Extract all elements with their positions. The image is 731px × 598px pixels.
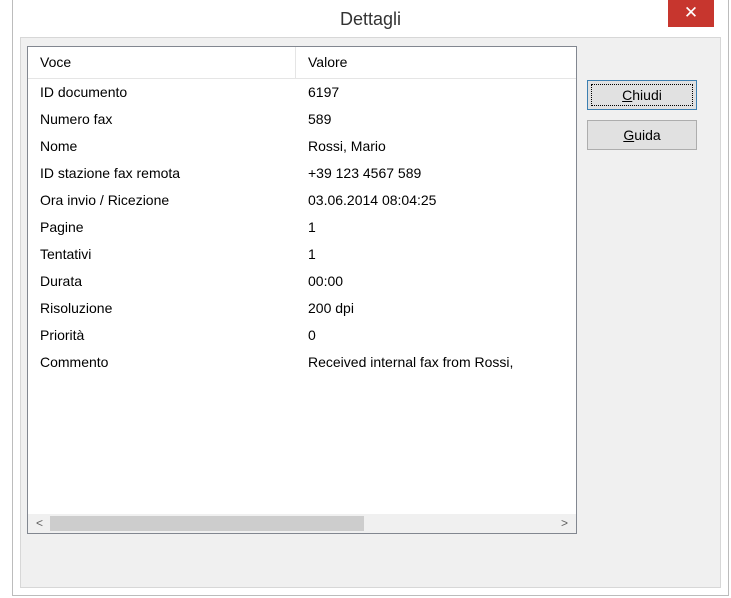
cell-valore: 0: [308, 327, 316, 343]
list-row[interactable]: Tentativi 1: [28, 241, 576, 268]
guida-mnemonic: G: [623, 127, 635, 143]
guida-button[interactable]: Guida: [587, 120, 697, 150]
details-listview[interactable]: Voce Valore ID documento 6197 Numero fax 5…: [27, 46, 577, 534]
list-row[interactable]: Priorità 0: [28, 322, 576, 349]
cell-voce: Ora invio / Ricezione: [40, 192, 170, 208]
cell-valore: 589: [308, 111, 332, 127]
column-header-valore[interactable]: Valore: [296, 47, 576, 78]
cell-valore: 1: [308, 246, 316, 262]
cell-valore: Received internal fax from Rossi,: [308, 354, 514, 370]
cell-valore: 1: [308, 219, 316, 235]
list-row[interactable]: Durata 00:00: [28, 268, 576, 295]
scroll-left-icon[interactable]: <: [30, 514, 49, 533]
cell-voce: Numero fax: [40, 111, 113, 127]
dialog-title: Dettagli: [339, 9, 402, 29]
list-row[interactable]: ID stazione fax remota +39 123 4567 589: [28, 160, 576, 187]
list-row[interactable]: Nome Rossi, Mario: [28, 133, 576, 160]
list-row[interactable]: Commento Received internal fax from Rossi…: [28, 349, 576, 376]
focus-rectangle: [591, 84, 693, 106]
cell-voce: Pagine: [40, 219, 84, 235]
cell-voce: ID stazione fax remota: [40, 165, 181, 181]
cell-voce: Risoluzione: [40, 300, 113, 316]
cell-voce: Durata: [40, 273, 83, 289]
cell-valore: 200 dpi: [308, 300, 354, 316]
cell-valore: 00:00: [308, 273, 344, 289]
column-header-voce[interactable]: Voce: [28, 47, 296, 78]
list-row[interactable]: Risoluzione 200 dpi: [28, 295, 576, 322]
list-header: Voce Valore: [28, 47, 576, 79]
scrollbar-thumb[interactable]: [50, 516, 364, 531]
cell-voce: Commento: [40, 354, 109, 370]
scroll-right-icon[interactable]: >: [555, 514, 574, 533]
close-window-button[interactable]: ✕: [668, 0, 714, 27]
details-dialog: Dettagli ✕ Voce Valore ID documento 6197 …: [12, 0, 729, 596]
list-row[interactable]: ID documento 6197: [28, 79, 576, 106]
cell-valore: +39 123 4567 589: [308, 165, 422, 181]
cell-voce: ID documento: [40, 84, 128, 100]
cell-valore: 03.06.2014 08:04:25: [308, 192, 437, 208]
cell-voce: Tentativi: [40, 246, 92, 262]
list-row[interactable]: Ora invio / Ricezione 03.06.2014 08:04:25: [28, 187, 576, 214]
list-row[interactable]: Pagine 1: [28, 214, 576, 241]
cell-valore: 6197: [308, 84, 340, 100]
cell-voce: Nome: [40, 138, 78, 154]
close-icon: ✕: [683, 3, 699, 22]
chiudi-button[interactable]: Chiudi: [587, 80, 697, 110]
title-bar[interactable]: Dettagli ✕: [13, 0, 728, 37]
horizontal-scrollbar[interactable]: < >: [28, 514, 576, 533]
list-rows: ID documento 6197 Numero fax 589 Nome Rossi…: [28, 79, 576, 376]
cell-valore: Rossi, Mario: [308, 138, 386, 154]
guida-label-rest: uida: [634, 127, 661, 143]
cell-voce: Priorità: [40, 327, 85, 343]
list-row[interactable]: Numero fax 589: [28, 106, 576, 133]
